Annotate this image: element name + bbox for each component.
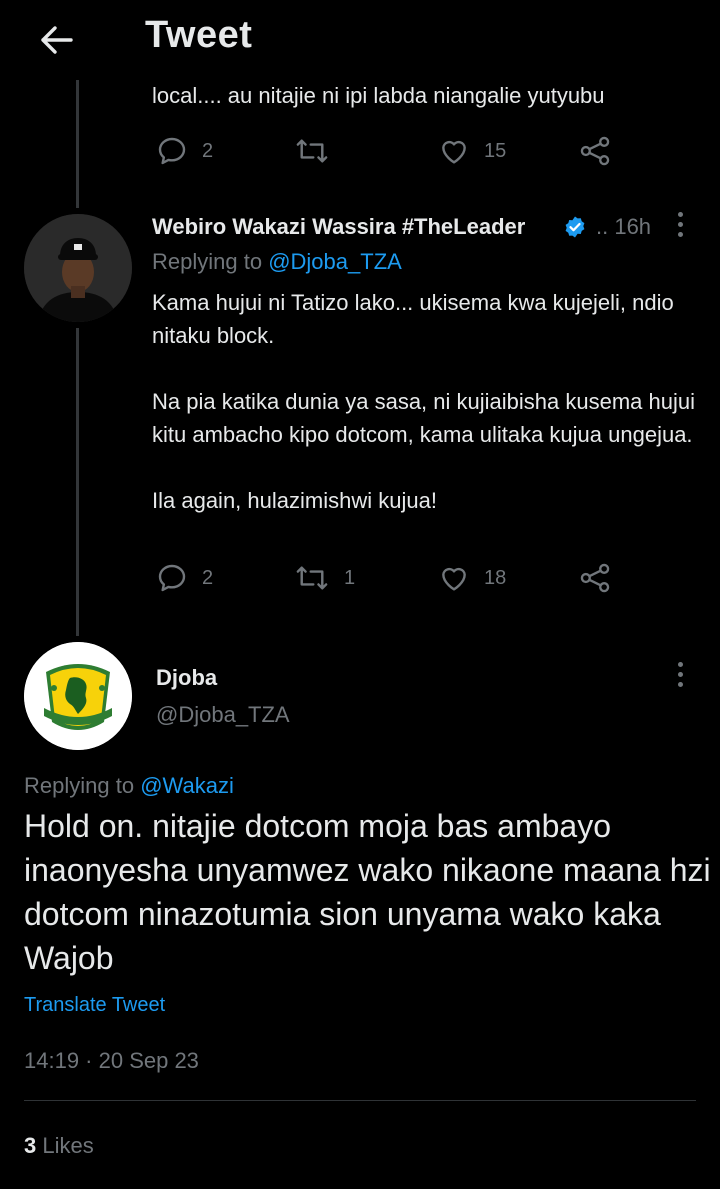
tweet-actions: 2 1 18 bbox=[152, 558, 622, 598]
like-button[interactable]: 15 bbox=[438, 131, 506, 171]
share-icon bbox=[580, 563, 610, 593]
share-icon bbox=[580, 136, 610, 166]
club-logo-icon bbox=[24, 642, 132, 750]
likes-label: Likes bbox=[42, 1133, 94, 1158]
tweet-body[interactable]: Kama hujui ni Tatizo lako... ukisema kwa… bbox=[152, 286, 707, 550]
replying-prefix: Replying to bbox=[152, 249, 263, 274]
previous-tweet-actions: 2 15 bbox=[152, 131, 622, 171]
heart-icon bbox=[442, 140, 466, 164]
arrow-left-icon bbox=[41, 26, 73, 54]
replying-prefix: Replying to bbox=[24, 773, 135, 798]
reply-button[interactable]: 2 bbox=[156, 558, 213, 598]
top-bar: Tweet bbox=[0, 0, 720, 80]
retweet-button[interactable] bbox=[294, 131, 344, 171]
like-button[interactable]: 18 bbox=[438, 558, 506, 598]
tweet-time[interactable]: .. 16h bbox=[596, 214, 651, 240]
tweet-timestamp[interactable]: 14:19 · 20 Sep 23 bbox=[24, 1048, 199, 1074]
like-count: 15 bbox=[484, 139, 507, 162]
previous-tweet-text-content: local.... au nitajie ni ipi labda nianga… bbox=[152, 83, 605, 108]
reply-icon bbox=[158, 564, 186, 592]
back-button[interactable] bbox=[36, 22, 76, 58]
user-photo-icon bbox=[24, 214, 132, 322]
reply-button[interactable]: 2 bbox=[156, 131, 213, 171]
author-name[interactable]: Webiro Wakazi Wassira #TheLeader bbox=[152, 214, 525, 240]
reply-count: 2 bbox=[202, 566, 214, 589]
avatar[interactable] bbox=[24, 214, 132, 322]
author-name[interactable]: Djoba bbox=[156, 665, 217, 691]
verified-badge-icon bbox=[563, 215, 587, 244]
tweet-paragraph: Kama hujui ni Tatizo lako... ukisema kwa… bbox=[152, 290, 674, 348]
reply-count: 2 bbox=[202, 139, 214, 162]
reply-icon bbox=[158, 137, 186, 165]
retweet-icon bbox=[296, 566, 328, 590]
likes-summary[interactable]: 3 Likes bbox=[24, 1133, 94, 1159]
heart-icon bbox=[442, 567, 466, 591]
share-button[interactable] bbox=[578, 131, 612, 171]
more-options-icon[interactable] bbox=[675, 212, 685, 237]
likes-count: 3 bbox=[24, 1133, 37, 1158]
tweet-paragraph: Ila again, hulazimishwi kujua! bbox=[152, 488, 437, 513]
retweet-button[interactable]: 1 bbox=[294, 558, 355, 598]
retweet-icon bbox=[296, 139, 328, 163]
page-title: Tweet bbox=[145, 14, 253, 56]
more-options-icon[interactable] bbox=[675, 662, 685, 687]
replying-to-link[interactable]: @Wakazi bbox=[140, 773, 234, 798]
previous-tweet-text[interactable]: local.... au nitajie ni ipi labda nianga… bbox=[152, 80, 712, 116]
replying-to-link[interactable]: @Djoba_TZA bbox=[268, 249, 402, 274]
translate-tweet-link[interactable]: Translate Tweet bbox=[24, 994, 165, 1017]
retweet-count: 1 bbox=[344, 566, 356, 589]
main-tweet-text: Hold on. nitajie dotcom moja bas ambayo … bbox=[24, 808, 711, 976]
thread-line-bottom bbox=[76, 328, 79, 636]
author-handle[interactable]: @Djoba_TZA bbox=[156, 702, 290, 728]
thread-line-top bbox=[76, 80, 79, 208]
replying-to: Replying to @Djoba_TZA bbox=[152, 249, 402, 275]
replying-to: Replying to @Wakazi bbox=[24, 773, 234, 799]
divider bbox=[24, 1100, 696, 1101]
share-button[interactable] bbox=[578, 558, 612, 598]
like-count: 18 bbox=[484, 566, 507, 589]
avatar[interactable] bbox=[24, 642, 132, 750]
tweet-paragraph: Na pia katika dunia ya sasa, ni kujiaibi… bbox=[152, 389, 695, 447]
